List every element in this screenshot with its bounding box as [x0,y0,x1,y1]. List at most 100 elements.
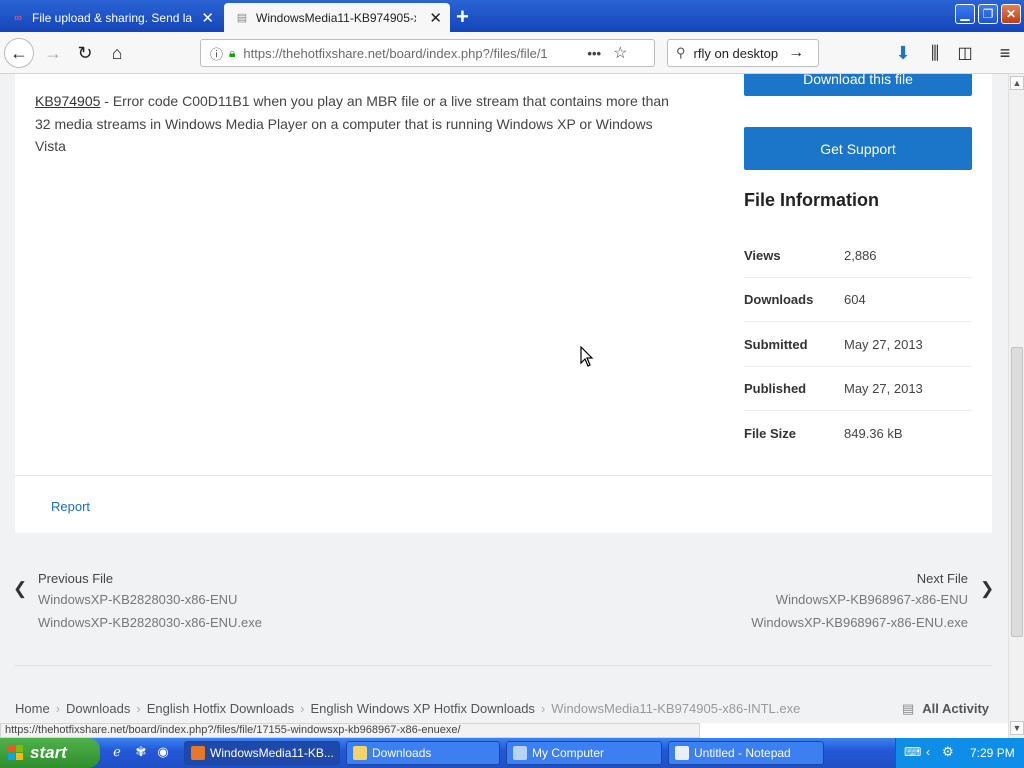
sidebar-icon[interactable]: ◫ [950,38,980,68]
info-value: 2,886 [844,248,877,263]
info-row-downloads: Downloads 604 [744,278,972,322]
info-value: 604 [844,292,866,307]
tab-strip: ∞ File upload & sharing. Send large p ✕ … [0,0,1024,32]
infinity-icon: ∞ [14,11,22,24]
previous-file-name: WindowsXP-KB2828030-x86-ENU [38,592,238,607]
info-row-views: Views 2,886 [744,234,972,278]
info-label: Downloads [744,292,814,307]
downloads-icon[interactable]: ⬇ [888,38,918,68]
chevron-left-icon[interactable]: ❮ [13,579,27,599]
close-tab-icon[interactable]: ✕ [429,9,442,27]
keyboard-icon[interactable]: ⌨ [904,745,921,759]
reload-button[interactable]: ↻ [70,38,100,68]
report-link[interactable]: Report [51,499,90,514]
vertical-scrollbar[interactable]: ▲ ▼ [1008,74,1024,738]
go-arrow-icon[interactable]: → [788,44,804,62]
status-bar: https://thehotfixshare.net/board/index.p… [0,723,700,738]
previous-file-exe: WindowsXP-KB2828030-x86-ENU.exe [38,615,262,630]
info-row-submitted: Submitted May 27, 2013 [744,323,972,367]
bookmark-star-icon[interactable]: ☆ [613,43,627,63]
url-text: https://thehotfixshare.net/board/index.p… [243,45,548,61]
previous-file-label: Previous File [38,571,114,586]
network-icon[interactable]: ⚙ [942,744,954,760]
taskbar-item-label: WindowsMedia11-KB... [210,746,334,760]
navigation-toolbar: ← → ↻ ⌂ ⓘ 🔒︎ https://thehotfixshare.net/… [0,32,1024,74]
all-activity-label: All Activity [922,701,989,716]
kb-link[interactable]: KB974905 [35,93,100,109]
page-actions-icon[interactable]: ••• [587,46,601,61]
scroll-up-arrow-icon[interactable]: ▲ [1010,76,1024,90]
breadcrumb-current: WindowsMedia11-KB974905-x86-INTL.exe [551,701,801,716]
search-bar[interactable]: ⚲ rfly on desktop → [667,39,819,67]
get-support-button[interactable]: Get Support [744,127,972,170]
start-button[interactable]: start [0,738,100,768]
taskbar-item-downloads[interactable]: Downloads [346,741,500,765]
breadcrumb-home[interactable]: Home [15,701,50,716]
info-value: 849.36 kB [844,426,903,441]
taskbar: start ℯ ✾ ◉ WindowsMedia11-KB... Downloa… [0,738,1024,768]
info-icon[interactable]: ⓘ [210,44,223,63]
info-row-file-size: File Size 849.36 kB [744,412,972,456]
internet-explorer-icon[interactable]: ℯ [108,743,126,761]
breadcrumb: Home › Downloads › English Hotfix Downlo… [15,701,806,716]
mouse-cursor-icon [580,346,594,367]
minimize-button[interactable]: ▁ [955,4,975,24]
library-icon[interactable]: ⫼ [920,38,950,68]
info-label: File Size [744,426,797,441]
tab-file-upload[interactable]: ∞ File upload & sharing. Send large p ✕ [0,3,222,32]
taskbar-item-browser[interactable]: WindowsMedia11-KB... [184,741,340,765]
previous-file-link[interactable]: Previous File WindowsXP-KB2828030-x86-EN… [38,571,262,630]
back-button[interactable]: ← [4,38,34,68]
file-description: KB974905 - Error code C00D11B1 when you … [35,90,685,158]
taskbar-item-notepad[interactable]: Untitled - Notepad [668,741,824,765]
info-row-published: Published May 27, 2013 [744,367,972,411]
system-tray: ⌨ ‹ ⚙ 7:29 PM [895,738,1024,768]
close-tab-icon[interactable]: ✕ [201,9,214,27]
taskbar-item-label: Untitled - Notepad [694,746,791,760]
address-bar[interactable]: ⓘ 🔒︎ https://thehotfixshare.net/board/in… [200,39,655,67]
media-player-icon[interactable]: ◉ [154,743,172,761]
all-activity-link[interactable]: ▤ All Activity [902,701,989,717]
search-input[interactable]: rfly on desktop [694,46,779,61]
menu-icon[interactable]: ≡ [990,38,1020,68]
info-value: May 27, 2013 [844,381,923,396]
windows-flag-icon [8,745,23,760]
notepad-icon [675,746,689,760]
chevron-right-icon: › [136,701,141,716]
scroll-thumb[interactable] [1011,347,1023,637]
chevron-right-icon: › [55,701,61,716]
home-button[interactable]: ⌂ [102,38,132,68]
description-text: - Error code C00D11B1 when you play an M… [35,93,669,154]
taskbar-item-my-computer[interactable]: My Computer [506,741,662,765]
activity-icon: ▤ [902,701,915,716]
clock[interactable]: 7:29 PM [970,746,1015,760]
divider [15,665,992,666]
tab-windowsmedia[interactable]: ▤ WindowsMedia11-KB974905-x86 ✕ [224,3,450,32]
chevron-right-icon[interactable]: ❯ [980,579,994,599]
firefox-icon [191,746,205,760]
folder-icon [353,746,367,760]
restore-button[interactable]: ❐ [978,4,998,24]
lock-icon: 🔒︎ [229,45,236,60]
taskbar-item-label: My Computer [532,746,605,760]
close-window-button[interactable]: ✕ [1001,4,1021,24]
file-card: Download this file KB974905 - Error code… [15,74,992,533]
scroll-down-arrow-icon[interactable]: ▼ [1010,721,1024,735]
next-file-name: WindowsXP-KB968967-x86-ENU [775,592,968,607]
download-button[interactable]: Download this file [744,74,972,96]
forward-button[interactable]: → [38,38,68,68]
file-information-title: File Information [744,190,879,210]
butterfly-icon[interactable]: ✾ [132,743,150,761]
tab-label: File upload & sharing. Send large p [32,10,192,25]
breadcrumb-xp-hotfix[interactable]: English Windows XP Hotfix Downloads [310,701,534,716]
info-value: May 27, 2013 [844,337,923,352]
next-file-link[interactable]: Next File WindowsXP-KB968967-x86-ENU Win… [751,571,968,630]
next-file-label: Next File [916,571,968,586]
chevron-right-icon: › [300,701,305,716]
tab-label: WindowsMedia11-KB974905-x86 [256,10,416,25]
breadcrumb-downloads[interactable]: Downloads [66,701,130,716]
breadcrumb-english-hotfix[interactable]: English Hotfix Downloads [147,701,294,716]
info-label: Views [744,248,781,263]
tray-expand-icon[interactable]: ‹ [926,745,930,759]
new-tab-button[interactable]: + [456,4,469,30]
